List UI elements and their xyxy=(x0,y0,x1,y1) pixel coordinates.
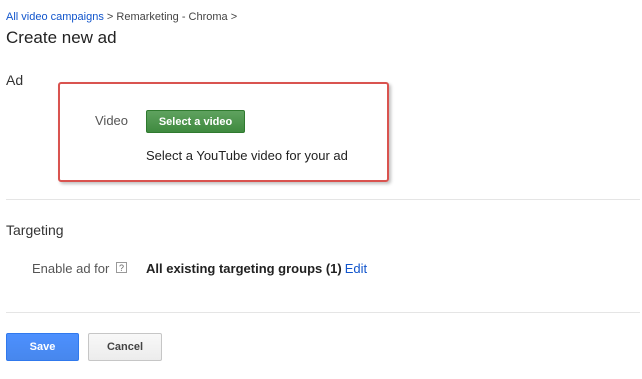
page-title: Create new ad xyxy=(6,28,117,47)
ad-section-label: Ad xyxy=(6,72,24,88)
targeting-groups-text: All existing targeting groups (1) xyxy=(146,261,342,276)
select-video-button[interactable]: Select a video xyxy=(146,110,245,133)
cancel-button[interactable]: Cancel xyxy=(88,333,162,361)
actions-divider xyxy=(6,312,640,313)
breadcrumb-separator: > xyxy=(230,11,238,23)
save-button[interactable]: Save xyxy=(6,333,79,361)
section-divider xyxy=(6,199,640,200)
breadcrumb: All video campaigns > Remarketing - Chro… xyxy=(6,11,237,23)
targeting-section-label: Targeting xyxy=(6,222,64,238)
breadcrumb-separator: > xyxy=(106,11,114,23)
breadcrumb-link-all-video-campaigns[interactable]: All video campaigns xyxy=(6,11,104,23)
enable-ad-for-label: Enable ad for xyxy=(32,261,110,276)
targeting-value: All existing targeting groups (1) Edit xyxy=(146,261,367,276)
help-icon[interactable]: ? xyxy=(116,262,127,273)
video-label: Video xyxy=(95,113,129,128)
edit-targeting-link[interactable]: Edit xyxy=(345,261,367,276)
breadcrumb-current: Remarketing - Chroma xyxy=(116,11,228,23)
select-video-helper-text: Select a YouTube video for your ad xyxy=(146,148,348,163)
